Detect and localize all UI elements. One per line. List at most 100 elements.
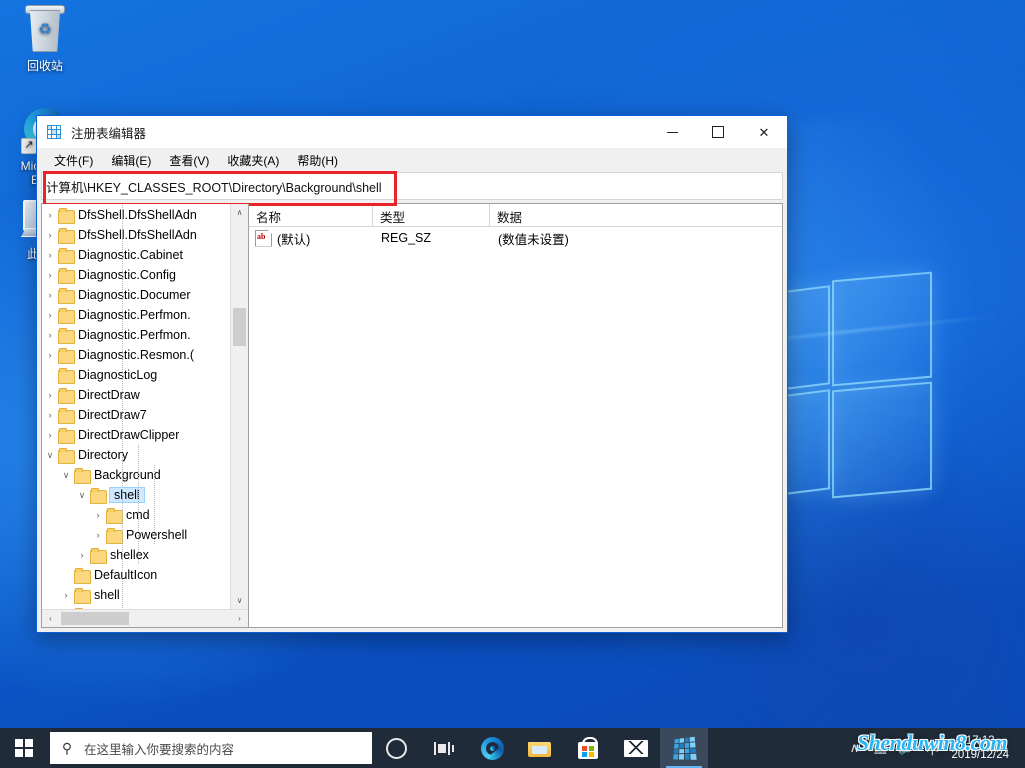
registry-values-pane[interactable]: 名称 类型 数据 ab (默认) REG_SZ (数值未设置) (249, 204, 782, 627)
chevron-down-icon[interactable]: ∨ (42, 445, 58, 465)
clock[interactable]: 17:13 2019/12/24 (945, 734, 1019, 762)
file-explorer-button[interactable] (516, 728, 564, 768)
tree-item[interactable]: › DirectDrawClipper (42, 425, 248, 445)
chevron-right-icon[interactable]: › (42, 405, 59, 425)
registry-editor-icon (673, 736, 697, 760)
tree-item-label: DirectDrawClipper (78, 428, 180, 442)
address-bar[interactable]: 计算机\HKEY_CLASSES_ROOT\Directory\Backgrou… (41, 171, 783, 206)
registry-tree[interactable]: › DfsShell.DfsShellAdn › DfsShell.DfsShellA… (42, 204, 248, 609)
horizontal-scroll-thumb[interactable] (61, 612, 129, 625)
cortana-button[interactable] (372, 728, 420, 768)
chevron-right-icon[interactable]: › (42, 205, 59, 225)
maximize-button[interactable] (695, 116, 741, 148)
chevron-right-icon[interactable]: › (42, 265, 59, 285)
registry-editor-button[interactable] (660, 728, 708, 768)
start-button[interactable] (0, 728, 48, 768)
network-icon[interactable]: 🖥 (867, 740, 893, 756)
tree-vertical-scrollbar[interactable]: ∧ ∨ (230, 204, 248, 609)
menu-bar[interactable]: 文件(F) 编辑(E) 查看(V) 收藏夹(A) 帮助(H) (37, 148, 787, 172)
window-titlebar[interactable]: 注册表编辑器 ✕ (37, 116, 787, 148)
tree-item[interactable]: ›cmd (42, 505, 248, 525)
tree-item[interactable]: › DfsShell.DfsShellAdn (42, 205, 248, 225)
tree-item[interactable]: ∨ shell (42, 485, 248, 505)
chevron-right-icon[interactable]: › (42, 245, 59, 265)
chevron-right-icon[interactable]: › (89, 505, 107, 525)
tree-item[interactable]: › shell (42, 585, 248, 605)
task-view-icon (434, 741, 454, 756)
tree-item[interactable]: › Diagnostic.Perfmon. (42, 325, 248, 345)
values-column-header[interactable]: 名称 类型 数据 (249, 204, 782, 227)
taskbar[interactable]: ⚲ 在这里输入你要搜索的内容 ∧ 🖥 🔈 中 17:13 2019/12/24 … (0, 728, 1025, 768)
chevron-right-icon[interactable]: › (42, 325, 59, 345)
chevron-right-icon[interactable]: › (42, 305, 59, 325)
chevron-down-icon[interactable]: ∨ (74, 485, 90, 505)
chevron-right-icon[interactable]: › (89, 525, 107, 545)
tree-item[interactable]: › DirectDraw (42, 385, 248, 405)
edge-button[interactable] (468, 728, 516, 768)
tree-horizontal-scrollbar[interactable]: ‹ › (42, 609, 248, 627)
vertical-scroll-thumb[interactable] (233, 308, 246, 346)
tree-item[interactable]: › Diagnostic.Perfmon. (42, 305, 248, 325)
ime-indicator[interactable]: 中 (919, 739, 945, 758)
tree-scroll-area[interactable]: › DfsShell.DfsShellAdn › DfsShell.DfsShellA… (42, 204, 248, 609)
tree-leaf-marker (42, 365, 58, 385)
tree-item-label: Diagnostic.Config (78, 268, 176, 282)
tree-item[interactable]: › Diagnostic.Resmon.( (42, 345, 248, 365)
column-header-data[interactable]: 数据 (490, 204, 782, 226)
menu-item-help[interactable]: 帮助(H) (288, 149, 347, 172)
microsoft-store-button[interactable] (564, 728, 612, 768)
chevron-right-icon[interactable]: › (42, 385, 59, 405)
column-header-type[interactable]: 类型 (373, 204, 490, 226)
tree-item[interactable]: DefaultIcon (42, 565, 248, 585)
tree-item[interactable]: › Powershell (42, 525, 248, 545)
chevron-right-icon[interactable]: › (42, 345, 59, 365)
chevron-right-icon[interactable]: › (73, 545, 91, 565)
folder-icon (58, 287, 75, 304)
menu-item-view[interactable]: 查看(V) (160, 149, 218, 172)
registry-editor-window[interactable]: 注册表编辑器 ✕ 文件(F) 编辑(E) 查看(V) 收藏夹(A) 帮助(H) … (36, 115, 788, 633)
registry-tree-pane[interactable]: › DfsShell.DfsShellAdn › DfsShell.DfsShellA… (42, 204, 249, 627)
tree-item[interactable]: › Diagnostic.Cabinet (42, 245, 248, 265)
system-tray[interactable]: ∧ 🖥 🔈 中 17:13 2019/12/24 Shenduwin8.com (841, 728, 1025, 768)
desktop-icon-recycle-bin[interactable]: ♻ 回收站 (8, 5, 82, 73)
chevron-right-icon[interactable]: › (42, 225, 59, 245)
tree-guide-line (154, 465, 155, 545)
search-input[interactable]: ⚲ 在这里输入你要搜索的内容 (50, 732, 372, 764)
chevron-right-icon[interactable]: › (42, 285, 59, 305)
tree-item[interactable]: › Diagnostic.Documer (42, 285, 248, 305)
folder-icon (58, 367, 75, 384)
minimize-button[interactable] (649, 116, 695, 148)
tree-item[interactable]: ∨ Directory (42, 445, 248, 465)
menu-item-edit[interactable]: 编辑(E) (102, 149, 160, 172)
tree-item[interactable]: ∨ Background (42, 465, 248, 485)
mail-button[interactable] (612, 728, 660, 768)
scroll-left-button[interactable]: ‹ (42, 610, 59, 627)
close-button[interactable]: ✕ (741, 116, 787, 148)
tree-item[interactable]: › shellex (42, 545, 248, 565)
scroll-up-button[interactable]: ∧ (231, 204, 248, 221)
folder-icon (106, 527, 123, 544)
table-row[interactable]: ab (默认) REG_SZ (数值未设置) (249, 227, 782, 249)
chevron-right-icon[interactable]: › (57, 585, 75, 605)
chevron-down-icon[interactable]: ∨ (58, 465, 74, 485)
tree-item[interactable]: › DirectDraw7 (42, 405, 248, 425)
values-list[interactable]: ab (默认) REG_SZ (数值未设置) (249, 227, 782, 249)
volume-icon[interactable]: 🔈 (893, 740, 919, 756)
task-view-button[interactable] (420, 728, 468, 768)
tree-item-label: Diagnostic.Resmon.( (78, 348, 195, 362)
chevron-right-icon[interactable]: › (42, 425, 59, 445)
tray-overflow-button[interactable]: ∧ (841, 740, 867, 756)
scroll-right-button[interactable]: › (231, 610, 248, 627)
scroll-down-button[interactable]: ∨ (231, 592, 248, 609)
address-text[interactable]: 计算机\HKEY_CLASSES_ROOT\Directory\Backgrou… (42, 177, 382, 196)
folder-icon (74, 567, 91, 584)
tree-item[interactable]: › Diagnostic.Config (42, 265, 248, 285)
menu-item-favorites[interactable]: 收藏夹(A) (218, 149, 288, 172)
column-header-name[interactable]: 名称 (249, 204, 373, 226)
tree-item[interactable]: › DfsShell.DfsShellAdn (42, 225, 248, 245)
tree-item[interactable]: DiagnosticLog (42, 365, 248, 385)
menu-item-file[interactable]: 文件(F) (45, 149, 102, 172)
